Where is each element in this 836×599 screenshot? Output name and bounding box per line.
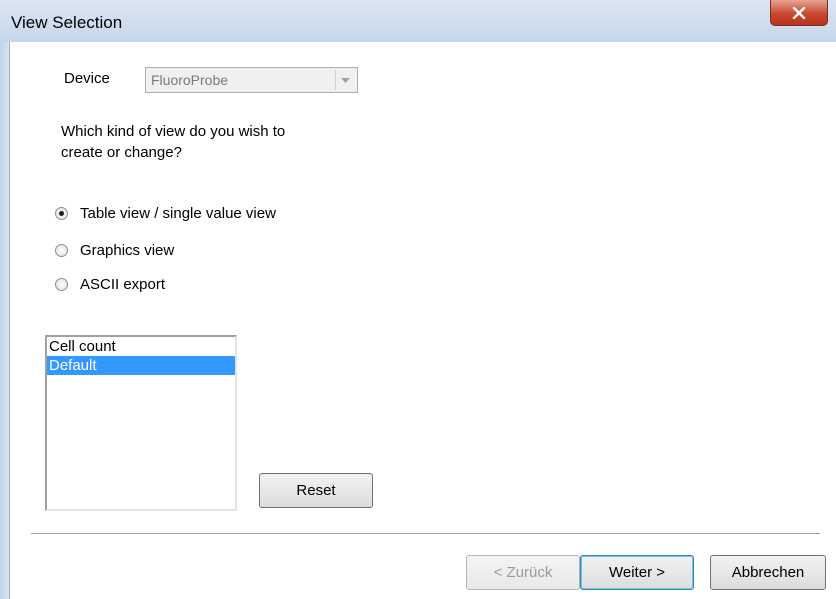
radio-label: ASCII export (80, 276, 166, 293)
device-combobox[interactable]: FluoroProbe (145, 67, 358, 93)
window-left-border (0, 42, 10, 599)
list-item-cell-count[interactable]: Cell count (47, 337, 235, 356)
radio-button[interactable] (55, 244, 68, 257)
device-label: Device (64, 70, 110, 87)
radio-option-table-view[interactable]: Table view / single value view (55, 205, 276, 222)
radio-button-checked[interactable] (55, 207, 68, 220)
question-line-1: Which kind of view do you wish to (61, 123, 286, 140)
radio-option-ascii-export[interactable]: ASCII export (55, 276, 165, 293)
radio-button[interactable] (55, 278, 68, 291)
chevron-down-icon (341, 77, 350, 83)
back-button[interactable]: < Zurück (466, 555, 580, 590)
next-button[interactable]: Weiter > (580, 555, 694, 590)
radio-label: Graphics view (80, 242, 175, 259)
combobox-dropdown-button[interactable] (335, 70, 355, 90)
close-button[interactable] (770, 0, 828, 26)
radio-label: Table view / single value view (80, 205, 276, 222)
list-item-default[interactable]: Default (47, 356, 235, 375)
window-title: View Selection (11, 13, 123, 32)
radio-option-graphics-view[interactable]: Graphics view (55, 242, 174, 259)
close-icon (792, 6, 806, 19)
cancel-button[interactable]: Abbrechen (710, 555, 826, 590)
views-listbox[interactable]: Cell count Default (45, 335, 237, 511)
footer-separator (31, 533, 820, 535)
device-combobox-value: FluoroProbe (151, 72, 229, 88)
question-line-2: create or change? (61, 144, 182, 161)
title-bar: View Selection (0, 0, 836, 42)
reset-button[interactable]: Reset (259, 473, 373, 508)
